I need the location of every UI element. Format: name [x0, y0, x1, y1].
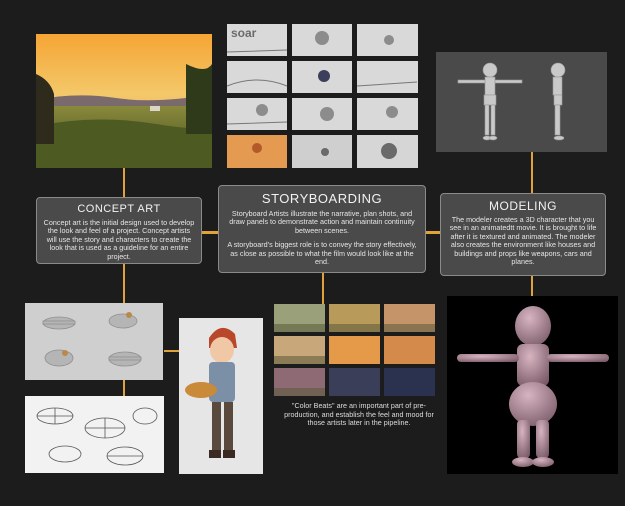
concept-art-title: CONCEPT ART — [77, 203, 161, 215]
character-concept-image — [179, 318, 263, 474]
connector-left-mid — [202, 231, 218, 234]
connector-right-mid — [426, 231, 440, 234]
connector-concept-right — [164, 350, 180, 352]
concept-art-body: Concept art is the initial design used t… — [43, 218, 195, 261]
color-beats-grid-image — [274, 304, 435, 396]
connector-model-top — [531, 152, 533, 194]
connector-concept-bottom — [123, 264, 125, 304]
modeling-body: The modeler creates a 3D character that … — [449, 215, 597, 267]
airplane-render-image — [25, 303, 163, 380]
storyboard-thumb-text: soar — [231, 26, 257, 40]
connector-story-bottom — [322, 272, 324, 304]
concept-art-panel: CONCEPT ART Concept art is the initial d… — [36, 197, 202, 264]
storyboarding-title: STORYBOARDING — [261, 191, 383, 206]
modeling-panel: MODELING The modeler creates a 3D charac… — [440, 193, 606, 276]
modeling-turnaround-image — [436, 52, 607, 152]
modeled-character-image — [447, 296, 618, 474]
airplane-sketch-image — [25, 396, 164, 473]
concept-art-landscape-image — [36, 34, 212, 168]
connector-concept-top — [123, 168, 125, 198]
storyboarding-panel: STORYBOARDING Storyboard Artists illustr… — [218, 185, 426, 273]
storyboard-grid-image: soar — [227, 24, 418, 168]
connector-model-bottom — [531, 276, 533, 296]
storyboarding-body-1: Storyboard Artists illustrate the narrat… — [229, 209, 415, 235]
storyboarding-body-2: A storyboard’s biggest role is to convey… — [227, 240, 417, 267]
color-beats-caption: "Color Beats" are an important part of p… — [284, 401, 434, 428]
modeling-title: MODELING — [488, 199, 557, 213]
connector-concept-bottom-2 — [123, 380, 125, 396]
